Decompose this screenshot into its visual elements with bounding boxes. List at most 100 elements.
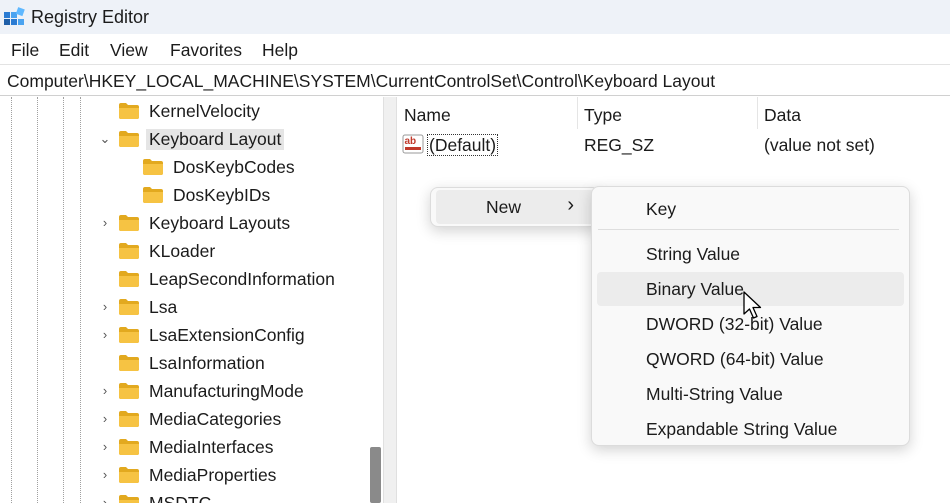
tree-item-label: Lsa — [149, 296, 178, 317]
value-name: (Default) — [427, 134, 499, 156]
folder-icon — [118, 354, 140, 372]
tree-item-label: ManufacturingMode — [149, 380, 304, 401]
folder-icon — [118, 466, 140, 484]
menu-view[interactable]: View — [110, 40, 148, 61]
folder-icon — [118, 410, 140, 428]
svg-text:ab: ab — [405, 136, 417, 147]
column-header-name[interactable]: Name — [404, 97, 451, 129]
tree-item-keyboard-layout[interactable]: Keyboard Layout — [118, 125, 285, 153]
tree-scrollbar[interactable] — [367, 97, 383, 503]
tree-item-label: DosKeybCodes — [173, 156, 295, 177]
chevron-right-icon[interactable]: › — [98, 412, 112, 426]
submenu-item-multi-string-value[interactable]: Multi-String Value — [597, 377, 904, 411]
table-row-data: (value not set) — [764, 135, 875, 155]
menu-item-label: String Value — [646, 243, 741, 264]
folder-icon — [118, 242, 140, 260]
table-row-name[interactable]: (Default) — [427, 134, 499, 156]
tree-item-mediacategories[interactable]: MediaCategories — [118, 405, 284, 433]
chevron-right-icon[interactable]: › — [98, 328, 112, 342]
table-row-type: REG_SZ — [584, 135, 655, 155]
folder-icon — [118, 326, 140, 344]
submenu-item-string-value[interactable]: String Value — [597, 237, 904, 271]
column-header-type[interactable]: Type — [584, 97, 622, 129]
tree-item-label: LsaExtensionConfig — [149, 324, 305, 345]
tree-item-label: MediaCategories — [149, 408, 282, 429]
chevron-right-icon[interactable]: › — [98, 384, 112, 398]
tree-item-lsainformation[interactable]: LsaInformation — [118, 349, 268, 377]
address-bar[interactable]: Computer\HKEY_LOCAL_MACHINE\SYSTEM\Curre… — [0, 64, 950, 96]
submenu-item-expandable-string-value[interactable]: Expandable String Value — [597, 412, 904, 446]
tree-item-label: Keyboard Layouts — [149, 212, 291, 233]
tree-item-label: MediaProperties — [149, 464, 277, 485]
chevron-right-icon[interactable]: › — [98, 216, 112, 230]
folder-icon — [118, 494, 140, 503]
chevron-right-icon[interactable]: › — [98, 440, 112, 454]
tree-item-mediainterfaces[interactable]: MediaInterfaces — [118, 433, 277, 461]
tree-item-doskeybcodes[interactable]: DosKeybCodes — [142, 153, 298, 181]
menu-item-label: QWORD (64-bit) Value — [646, 348, 824, 369]
tree-guide-line — [80, 97, 81, 503]
chevron-right-icon: › — [567, 194, 574, 216]
chevron-right-icon[interactable]: › — [98, 300, 112, 314]
menu-help[interactable]: Help — [262, 40, 298, 61]
menu-separator — [598, 229, 899, 230]
pane-splitter[interactable] — [383, 97, 397, 503]
tree-item-mediaproperties[interactable]: MediaProperties — [118, 461, 279, 489]
menu-favorites[interactable]: Favorites — [170, 40, 242, 61]
window-title: Registry Editor — [31, 7, 150, 27]
menu-item-label: Expandable String Value — [646, 418, 838, 439]
menu-file[interactable]: File — [11, 40, 39, 61]
tree-item-label: KernelVelocity — [149, 100, 260, 121]
mouse-cursor-icon — [743, 291, 762, 319]
tree-item-kernelvelocity[interactable]: KernelVelocity — [118, 97, 263, 125]
tree-guide-line — [11, 97, 12, 503]
address-path[interactable]: Computer\HKEY_LOCAL_MACHINE\SYSTEM\Curre… — [7, 71, 715, 92]
submenu-item-qword-value[interactable]: QWORD (64-bit) Value — [597, 342, 904, 376]
folder-icon — [118, 214, 140, 232]
tree-item-label: Keyboard Layout — [146, 128, 285, 150]
column-divider[interactable] — [757, 97, 758, 129]
folder-icon — [142, 158, 164, 176]
context-menu-new[interactable]: New › — [436, 190, 594, 224]
folder-icon — [118, 270, 140, 288]
registry-editor-icon — [4, 7, 25, 25]
tree-item-label: MediaInterfaces — [149, 436, 274, 457]
menu-bar: File Edit View Favorites Help — [0, 34, 950, 64]
tree-item-manufacturingmode[interactable]: ManufacturingMode — [118, 377, 307, 405]
tree-item-label: KLoader — [149, 240, 216, 261]
tree-item-leapsecondinformation[interactable]: LeapSecondInformation — [118, 265, 338, 293]
menu-item-label: DWORD (32-bit) Value — [646, 313, 823, 334]
column-header-data[interactable]: Data — [764, 97, 801, 129]
tree-item-doskeybids[interactable]: DosKeybIDs — [142, 181, 273, 209]
tree-item-lsa[interactable]: Lsa — [118, 293, 180, 321]
tree-item-label: LsaInformation — [149, 352, 265, 373]
folder-icon — [142, 186, 164, 204]
tree-item-msdtc[interactable]: MSDTC — [118, 489, 214, 503]
folder-icon — [118, 438, 140, 456]
tree-item-label: MSDTC — [149, 492, 212, 503]
folder-icon — [118, 298, 140, 316]
tree-pane[interactable]: KernelVelocity ⌄ Keyboard Layout DosKeyb… — [0, 97, 383, 503]
context-menu: New › — [430, 187, 600, 227]
tree-guide-line — [37, 97, 38, 503]
tree-scrollbar-thumb[interactable] — [370, 447, 381, 503]
menu-edit[interactable]: Edit — [59, 40, 89, 61]
menu-item-label: New — [486, 196, 522, 217]
column-divider[interactable] — [577, 97, 578, 129]
chevron-right-icon[interactable]: › — [98, 496, 112, 503]
tree-item-lsaextensionconfig[interactable]: LsaExtensionConfig — [118, 321, 308, 349]
submenu-item-key[interactable]: Key — [597, 192, 904, 226]
tree-item-kloader[interactable]: KLoader — [118, 237, 218, 265]
menu-item-label: Key — [646, 198, 677, 219]
folder-open-icon — [118, 130, 140, 148]
tree-guide-line — [63, 97, 64, 503]
string-value-icon: ab — [402, 134, 424, 154]
tree-item-label: DosKeybIDs — [173, 184, 271, 205]
tree-item-keyboard-layouts[interactable]: Keyboard Layouts — [118, 209, 293, 237]
chevron-down-icon[interactable]: ⌄ — [98, 132, 112, 146]
menu-item-label: Binary Value — [646, 278, 744, 299]
folder-icon — [118, 382, 140, 400]
menu-item-label: Multi-String Value — [646, 383, 783, 404]
title-bar: Registry Editor — [0, 0, 950, 34]
chevron-right-icon[interactable]: › — [98, 468, 112, 482]
